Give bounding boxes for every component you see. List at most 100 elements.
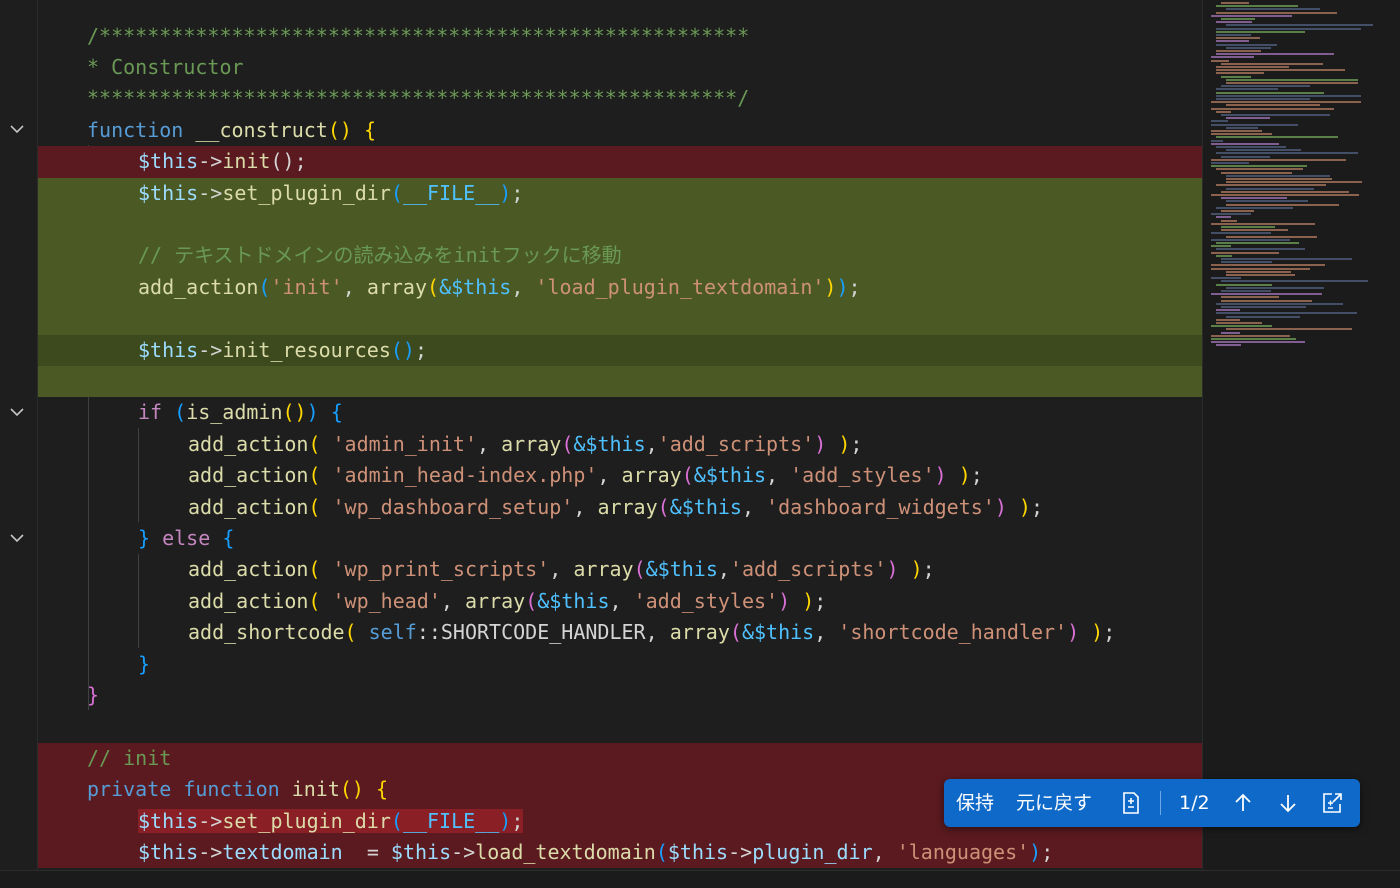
code-text: if (is_admin()) {	[138, 400, 343, 425]
code-line[interactable]: add_action( 'admin_head-index.php', arra…	[38, 460, 1202, 491]
code-text: }	[87, 683, 100, 707]
code-line[interactable]: if (is_admin()) {	[38, 397, 1202, 428]
minimap-line	[1221, 261, 1272, 264]
minimap-line	[1211, 238, 1290, 241]
minimap-line	[1221, 114, 1330, 116]
code-line[interactable]: add_action( 'wp_dashboard_setup', array(…	[38, 492, 1202, 523]
code-line[interactable]: add_shortcode( self::SHORTCODE_HANDLER, …	[38, 617, 1202, 648]
previous-change-button[interactable]	[1231, 779, 1257, 827]
code-line[interactable]: }	[38, 649, 1202, 680]
minimap-line	[1211, 130, 1262, 132]
open-diff-button[interactable]	[1320, 779, 1346, 827]
code-line[interactable]: /***************************************…	[38, 21, 1202, 52]
minimap-line	[1216, 72, 1264, 75]
keep-button[interactable]: 保持	[956, 779, 994, 827]
code-line[interactable]: add_action( 'wp_print_scripts', array(&$…	[38, 554, 1202, 585]
minimap-line	[1226, 46, 1271, 49]
minimap-line	[1226, 187, 1314, 190]
status-bar	[0, 870, 1400, 888]
code-line[interactable]	[38, 711, 1202, 742]
minimap-line	[1221, 2, 1249, 4]
code-line[interactable]: * Constructor	[38, 52, 1202, 83]
inserted-code-line[interactable]: // テキストドメインの読み込みをinitフックに移動	[38, 240, 1202, 272]
code-line[interactable]: add_action( 'wp_head', array(&$this, 'ad…	[38, 586, 1202, 617]
minimap-line	[1226, 200, 1308, 203]
minimap-line	[1216, 136, 1338, 139]
minimap-line	[1211, 158, 1346, 161]
minimap-line	[1221, 331, 1240, 334]
code-text: // テキストドメインの読み込みをinitフックに移動	[138, 243, 622, 268]
undo-button[interactable]: 元に戻す	[1016, 779, 1092, 827]
minimap-line	[1216, 94, 1361, 97]
minimap-line	[1216, 50, 1261, 52]
minimap-line	[1211, 59, 1229, 62]
diff-file-icon	[1123, 792, 1139, 814]
minimap-line	[1216, 216, 1231, 219]
minimap-line	[1221, 226, 1275, 228]
inserted-code-line[interactable]	[38, 209, 1202, 241]
inserted-code-line[interactable]: add_action('init', array(&$this, 'load_p…	[38, 271, 1202, 304]
diff-file-button[interactable]	[1119, 779, 1145, 827]
minimap-line	[1211, 277, 1241, 280]
code-text: $this->set_plugin_dir(__FILE__);	[138, 808, 524, 833]
minimap-line	[1211, 222, 1315, 225]
minimap-line	[1216, 21, 1252, 24]
minimap-line	[1216, 248, 1305, 251]
minimap-line	[1226, 174, 1330, 177]
minimap-line	[1211, 162, 1249, 164]
minimap-line	[1221, 18, 1255, 20]
inserted-code-line[interactable]: $this->init_resources();	[38, 334, 1202, 366]
code-text: } else {	[138, 526, 235, 550]
minimap-line	[1221, 296, 1279, 299]
minimap-line	[1211, 264, 1325, 267]
code-editor[interactable]: /***************************************…	[0, 0, 1202, 870]
inserted-code-line[interactable]	[38, 303, 1202, 335]
code-text: $this->init();	[138, 149, 307, 174]
minimap-line	[1216, 5, 1298, 8]
minimap-line	[1226, 82, 1358, 84]
minimap-line	[1216, 110, 1231, 113]
minimap-line	[1211, 334, 1290, 337]
minimap-line	[1221, 280, 1368, 283]
minimap[interactable]	[1202, 0, 1400, 870]
minimap-line	[1211, 293, 1322, 296]
arrow-down-icon	[1280, 795, 1296, 813]
deleted-code-line[interactable]: $this->init();	[38, 146, 1202, 178]
code-line[interactable]: ****************************************…	[38, 83, 1202, 114]
fold-chevron-down-icon[interactable]	[8, 529, 26, 547]
minimap-line	[1216, 312, 1357, 315]
code-line[interactable]: function __construct() {	[38, 115, 1202, 146]
minimap-line	[1226, 8, 1320, 11]
deleted-code-line[interactable]: // init	[38, 742, 1202, 775]
minimap-line	[1226, 104, 1320, 107]
minimap-line	[1211, 101, 1361, 104]
inserted-code-line[interactable]	[38, 366, 1202, 398]
inserted-code-line[interactable]: $this->set_plugin_dir(__FILE__);	[38, 177, 1202, 209]
code-line[interactable]: } else {	[38, 523, 1202, 554]
open-diff-icon	[1323, 793, 1342, 813]
code-line[interactable]: }	[38, 680, 1202, 711]
minimap-line	[1216, 30, 1305, 33]
fold-chevron-down-icon[interactable]	[8, 120, 26, 138]
next-change-button[interactable]	[1276, 779, 1302, 827]
code-text: add_action( 'wp_dashboard_setup', array(…	[188, 494, 1044, 519]
deleted-code-line[interactable]: $this->textdomain = $this->load_textdoma…	[38, 837, 1202, 869]
minimap-line	[1221, 155, 1270, 158]
minimap-line	[1226, 203, 1339, 206]
minimap-line	[1216, 34, 1251, 36]
minimap-line	[1216, 37, 1260, 40]
code-text: $this->textdomain = $this->load_textdoma…	[138, 840, 1054, 864]
minimap-line	[1221, 171, 1292, 174]
code-line[interactable]: add_action( 'admin_init', array(&$this,'…	[38, 429, 1202, 460]
minimap-line	[1226, 235, 1317, 238]
code-text: add_action('init', array(&$this, 'load_p…	[138, 274, 861, 299]
minimap-line	[1216, 184, 1326, 187]
minimap-line	[1211, 251, 1279, 254]
change-counter: 1/2	[1179, 792, 1210, 814]
minimap-line	[1216, 206, 1293, 209]
fold-chevron-down-icon[interactable]	[8, 403, 26, 421]
minimap-line	[1211, 341, 1305, 344]
minimap-line	[1211, 56, 1254, 59]
code-text: function __construct() {	[87, 117, 377, 142]
minimap-line	[1216, 43, 1277, 46]
